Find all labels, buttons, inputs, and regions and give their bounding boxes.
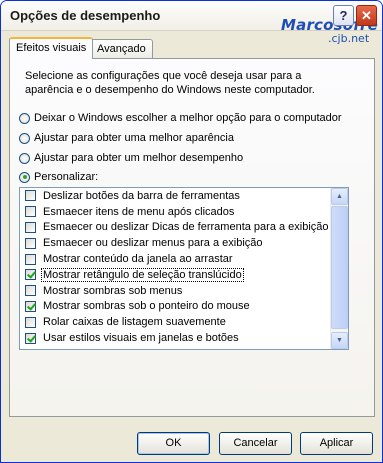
vertical-scrollbar[interactable]: ▲ ▼ (330, 188, 348, 349)
effect-label: Mostrar conteúdo da janela ao arrastar (43, 253, 233, 266)
scroll-thumb[interactable] (331, 206, 348, 329)
radio-best-appearance[interactable]: Ajustar para obter uma melhor aparência (19, 131, 234, 145)
scroll-up-button[interactable]: ▲ (331, 188, 348, 205)
close-button[interactable]: ✕ (356, 5, 377, 26)
effect-checkbox[interactable] (25, 332, 36, 344)
radio-label: Deixar o Windows escolher a melhor opção… (34, 112, 342, 124)
effect-label: Mostrar sombras sob menus (43, 284, 183, 297)
description-text: Selecione as configurações que você dese… (25, 70, 315, 96)
effect-label: Esmaecer ou deslizar menus para a exibiç… (43, 237, 263, 250)
effect-checkbox[interactable] (25, 285, 36, 297)
radio-label: Ajustar para obter uma melhor aparência (34, 132, 234, 144)
scroll-down-button[interactable]: ▼ (331, 332, 348, 349)
effect-list-item[interactable]: Mostrar sombras sob o ponteiro do mouse (20, 299, 330, 315)
window-title: Opções de desempenho (10, 8, 161, 23)
effect-list-item[interactable]: Rolar caixas de listagem suavemente (20, 314, 330, 330)
effect-label: Usar estilos visuais em janelas e botões (43, 332, 239, 345)
effect-checkbox[interactable] (25, 316, 36, 328)
apply-button[interactable]: Aplicar (300, 432, 373, 455)
visual-effects-list[interactable]: Deslizar botões da barra de ferramentas E… (19, 187, 349, 350)
radio-button[interactable] (19, 132, 30, 144)
effect-checkbox[interactable] (25, 300, 36, 312)
effect-list-item[interactable]: Usar estilos visuais em janelas e botões (20, 330, 330, 346)
performance-options-dialog: Opções de desempenho Marcosofre ? ✕ .cjb… (0, 0, 383, 463)
radio-label: Personalizar: (34, 171, 99, 183)
effect-checkbox[interactable] (25, 237, 36, 249)
effect-label: Esmaecer ou deslizar Dicas de ferramenta… (43, 221, 329, 234)
visual-effects-items: Deslizar botões da barra de ferramentas E… (20, 188, 330, 346)
effect-checkbox[interactable] (25, 253, 36, 265)
effect-label: Esmaecer itens de menu após clicados (43, 205, 235, 218)
effect-list-item[interactable]: Mostrar retângulo de seleção translúcido (20, 267, 330, 283)
effect-list-item[interactable]: Mostrar sombras sob menus (20, 283, 330, 299)
title-bar[interactable]: Opções de desempenho Marcosofre ? ✕ (1, 1, 382, 34)
watermark-site: .cjb.net (328, 32, 370, 45)
tab-label: Avançado (97, 43, 146, 55)
radio-best-performance[interactable]: Ajustar para obter um melhor desempenho (19, 151, 243, 165)
radio-button[interactable] (19, 152, 30, 164)
effect-checkbox[interactable] (25, 206, 36, 218)
ok-button[interactable]: OK (137, 432, 210, 455)
help-button[interactable]: ? (333, 5, 354, 26)
radio-label: Ajustar para obter um melhor desempenho (34, 152, 244, 164)
effect-checkbox[interactable] (25, 190, 36, 202)
effect-checkbox[interactable] (25, 221, 36, 233)
effect-label: Mostrar retângulo de seleção translúcido (41, 267, 244, 282)
tab-visual-effects[interactable]: Efeitos visuais (9, 37, 94, 59)
effect-list-item[interactable]: Esmaecer ou deslizar menus para a exibiç… (20, 235, 330, 251)
radio-button[interactable] (19, 112, 30, 124)
radio-let-windows-choose[interactable]: Deixar o Windows escolher a melhor opção… (19, 111, 342, 125)
effect-label: Mostrar sombras sob o ponteiro do mouse (43, 300, 250, 313)
tab-advanced[interactable]: Avançado (90, 39, 153, 59)
effect-list-item[interactable]: Esmaecer ou deslizar Dicas de ferramenta… (20, 220, 330, 236)
effect-label: Deslizar botões da barra de ferramentas (43, 189, 240, 202)
cancel-button[interactable]: Cancelar (219, 432, 292, 455)
radio-custom[interactable]: Personalizar: (19, 170, 98, 184)
effect-list-item[interactable]: Mostrar conteúdo da janela ao arrastar (20, 251, 330, 267)
effect-list-item[interactable]: Deslizar botões da barra de ferramentas (20, 188, 330, 204)
tab-label: Efeitos visuais (16, 42, 87, 54)
effect-label: Rolar caixas de listagem suavemente (43, 316, 226, 329)
effect-list-item[interactable]: Esmaecer itens de menu após clicados (20, 204, 330, 220)
effect-checkbox[interactable] (25, 269, 36, 281)
radio-button[interactable] (19, 171, 30, 183)
